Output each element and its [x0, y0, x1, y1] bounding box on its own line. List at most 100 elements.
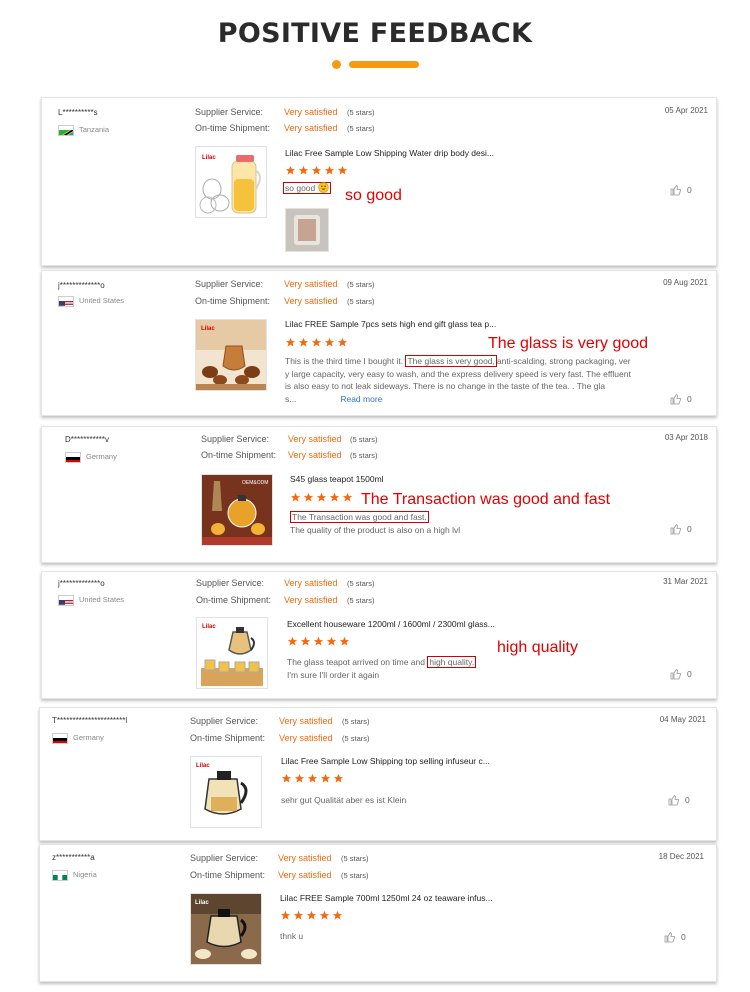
- supplier-service-rating: Very satisfied: [279, 716, 333, 726]
- star-icon: [281, 773, 292, 783]
- thumbs-up-icon: [670, 523, 681, 535]
- product-thumbnail[interactable]: Lilac: [196, 617, 268, 689]
- ontime-shipment-stars: (5 stars): [347, 297, 375, 306]
- product-thumbnail[interactable]: Lilac: [190, 756, 262, 828]
- product-title[interactable]: Lilac FREE Sample 7pcs sets high end gif…: [285, 319, 496, 329]
- review-card: z***********a Nigeria Supplier Service: …: [39, 844, 717, 982]
- review-text: sehr gut Qualität aber es ist Klein: [281, 795, 407, 805]
- star-icon: [285, 337, 296, 347]
- ontime-shipment-stars: (5 stars): [342, 734, 370, 743]
- star-icon: [280, 910, 291, 920]
- like-count: 0: [681, 932, 686, 942]
- like-button[interactable]: 0: [664, 931, 686, 943]
- review-highlight: so good: [283, 182, 331, 194]
- star-icon: [333, 773, 344, 783]
- star-icon: [337, 337, 348, 347]
- reviewer-country: United States: [79, 595, 125, 604]
- supplier-service-stars: (5 stars): [342, 717, 370, 726]
- review-highlight: high quality.: [427, 656, 477, 668]
- supplier-service-rating: Very satisfied: [288, 434, 342, 444]
- reviewer-country: Nigeria: [73, 870, 97, 879]
- ontime-shipment-label: On-time Shipment:: [201, 450, 277, 460]
- page-title: POSITIVE FEEDBACK: [217, 18, 533, 49]
- reviewer-name: T**********************l: [52, 716, 128, 725]
- star-icon: [300, 636, 311, 646]
- like-button[interactable]: 0: [670, 184, 692, 196]
- review-highlight: The Transaction was good and fast.: [290, 511, 429, 523]
- review-card: j*************o United States Supplier S…: [41, 270, 717, 416]
- product-thumbnail[interactable]: OEM&ODM: [201, 474, 273, 546]
- review-highlight: The glass is very good,: [405, 355, 497, 367]
- product-thumbnail[interactable]: Lilac: [190, 893, 262, 965]
- star-icon: [319, 910, 330, 920]
- flag-united-states-icon: [58, 296, 74, 307]
- product-title[interactable]: Lilac Free Sample Low Shipping top selli…: [281, 756, 490, 766]
- svg-text:Lilac: Lilac: [196, 763, 210, 769]
- star-rating: [287, 636, 350, 647]
- smiley-emoji-icon: [317, 182, 329, 193]
- star-icon: [337, 165, 348, 175]
- supplier-service-label: Supplier Service:: [190, 853, 259, 863]
- product-title[interactable]: Lilac FREE Sample 700ml 1250ml 24 oz tea…: [280, 893, 493, 903]
- like-button[interactable]: 0: [670, 523, 692, 535]
- star-rating: [290, 492, 353, 503]
- supplier-service-rating: Very satisfied: [278, 853, 332, 863]
- flag-united-states-icon: [58, 595, 74, 606]
- reviewer-name: z***********a: [52, 853, 95, 862]
- reviewer-name: L**********s: [58, 108, 98, 117]
- star-icon: [324, 165, 335, 175]
- supplier-service-rating: Very satisfied: [284, 578, 338, 588]
- product-title[interactable]: S45 glass teapot 1500ml: [290, 474, 384, 484]
- thumbs-up-icon: [664, 931, 675, 943]
- supplier-service-stars: (5 stars): [341, 854, 369, 863]
- product-title[interactable]: Excellent houseware 1200ml / 1600ml / 23…: [287, 619, 495, 629]
- supplier-service-label: Supplier Service:: [190, 716, 259, 726]
- like-button[interactable]: 0: [668, 794, 690, 806]
- ontime-shipment-label: On-time Shipment:: [190, 870, 266, 880]
- thumbs-up-icon: [670, 668, 681, 680]
- star-icon: [326, 636, 337, 646]
- product-thumbnail[interactable]: Lilac: [195, 146, 267, 218]
- star-icon: [332, 910, 343, 920]
- star-rating: [281, 773, 344, 784]
- supplier-service-rating: Very satisfied: [284, 107, 338, 117]
- ontime-shipment-stars: (5 stars): [347, 596, 375, 605]
- supplier-service-stars: (5 stars): [350, 435, 378, 444]
- like-count: 0: [687, 185, 692, 195]
- star-icon: [294, 773, 305, 783]
- review-photo[interactable]: [285, 208, 329, 252]
- ontime-shipment-rating: Very satisfied: [284, 123, 338, 133]
- ontime-shipment-stars: (5 stars): [341, 871, 369, 880]
- star-icon: [324, 337, 335, 347]
- reviewer-name: D***********v: [65, 435, 110, 444]
- reviewer-country: Germany: [73, 733, 104, 742]
- ontime-shipment-rating: Very satisfied: [284, 595, 338, 605]
- svg-text:OEM&ODM: OEM&ODM: [242, 480, 268, 486]
- product-title[interactable]: Lilac Free Sample Low Shipping Water dri…: [285, 148, 494, 158]
- read-more-link[interactable]: Read more: [340, 394, 382, 404]
- review-date: 09 Aug 2021: [663, 278, 708, 287]
- like-count: 0: [687, 524, 692, 534]
- like-button[interactable]: 0: [670, 393, 692, 405]
- svg-text:Lilac: Lilac: [202, 155, 216, 161]
- star-icon: [293, 910, 304, 920]
- product-thumbnail[interactable]: Lilac: [195, 319, 267, 391]
- supplier-service-stars: (5 stars): [347, 280, 375, 289]
- star-icon: [311, 337, 322, 347]
- star-icon: [316, 492, 327, 502]
- star-icon: [306, 910, 317, 920]
- thumbs-up-icon: [668, 794, 679, 806]
- supplier-service-label: Supplier Service:: [195, 107, 264, 117]
- flag-nigeria-icon: [52, 870, 68, 881]
- ontime-shipment-stars: (5 stars): [347, 124, 375, 133]
- flag-germany-icon: [65, 452, 81, 463]
- star-icon: [290, 492, 301, 502]
- like-button[interactable]: 0: [670, 668, 692, 680]
- reviewer-name: j*************o: [58, 281, 105, 290]
- supplier-service-label: Supplier Service:: [195, 279, 264, 289]
- review-text: This is the third time I bought it. The …: [285, 355, 631, 404]
- supplier-service-rating: Very satisfied: [284, 279, 338, 289]
- decoration-bar: [349, 61, 419, 68]
- supplier-service-label: Supplier Service:: [201, 434, 270, 444]
- annotation-label: high quality: [497, 639, 578, 656]
